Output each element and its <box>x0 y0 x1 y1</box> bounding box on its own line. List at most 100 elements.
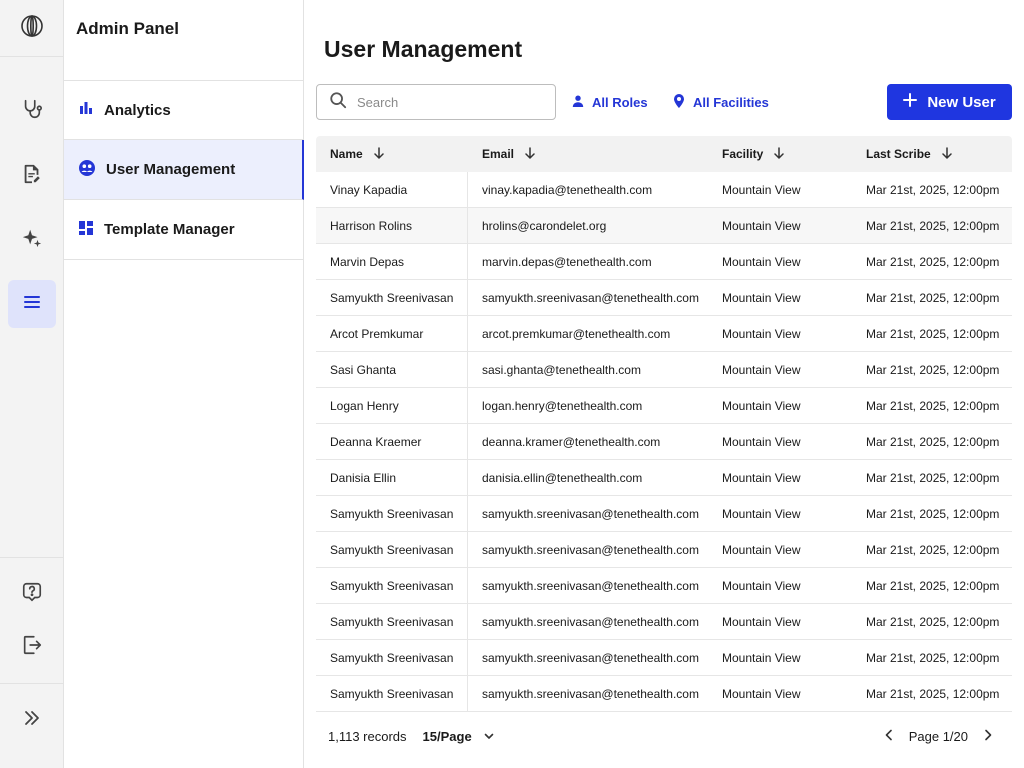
sort-arrow-icon <box>373 146 385 162</box>
table-body: Vinay Kapadia vinay.kapadia@tenethealth.c… <box>316 171 1012 712</box>
cell-last-scribe: Mar 21st, 2025, 12:00pm <box>866 650 1000 665</box>
page-size-select[interactable]: 15/Page <box>423 729 494 744</box>
cell-email: sasi.ghanta@tenethealth.com <box>482 362 641 377</box>
cell-name: Deanna Kraemer <box>316 423 468 460</box>
cell-email: arcot.premkumar@tenethealth.com <box>482 326 671 341</box>
table-row[interactable]: Samyukth Sreenivasan samyukth.sreenivasan… <box>316 567 1012 604</box>
search-icon <box>329 91 347 114</box>
column-header-name[interactable]: Name <box>316 136 468 172</box>
table-row[interactable]: Logan Henry logan.henry@tenethealth.com Mo… <box>316 387 1012 424</box>
cell-name: Samyukth Sreenivasan <box>316 639 468 676</box>
cell-facility: Mountain View <box>722 506 801 521</box>
rail-divider <box>0 683 63 684</box>
cell-email: samyukth.sreenivasan@tenethealth.com <box>482 578 699 593</box>
sort-arrow-icon <box>773 146 785 162</box>
column-label: Last Scribe <box>866 147 931 161</box>
table-row[interactable]: Samyukth Sreenivasan samyukth.sreenivasan… <box>316 495 1012 532</box>
next-page-button[interactable] <box>982 726 994 746</box>
cell-facility: Mountain View <box>722 542 801 557</box>
sidebar-title: Admin Panel <box>76 19 179 38</box>
chevron-right-icon <box>984 729 992 744</box>
cell-facility: Mountain View <box>722 398 801 413</box>
new-user-button[interactable]: New User <box>887 84 1012 120</box>
table-row[interactable]: Harrison Rolins hrolins@carondelet.org Mou… <box>316 207 1012 244</box>
table-row[interactable]: Vinay Kapadia vinay.kapadia@tenethealth.c… <box>316 171 1012 208</box>
cell-name: Marvin Depas <box>316 243 468 280</box>
column-label: Facility <box>722 147 764 161</box>
admin-sidebar: Admin Panel Analytics User Management Te… <box>64 0 304 768</box>
facilities-filter-label: All Facilities <box>693 94 769 110</box>
cell-name: Samyukth Sreenivasan <box>316 675 468 712</box>
table-row[interactable]: Marvin Depas marvin.depas@tenethealth.com… <box>316 243 1012 280</box>
sidebar-item-label: User Management <box>106 161 236 178</box>
sidebar-item-label: Analytics <box>104 101 171 119</box>
users-table: Name Email Facility Last Scribe Vinay Ka… <box>316 136 1012 712</box>
cell-email: samyukth.sreenivasan@tenethealth.com <box>482 506 699 521</box>
cell-last-scribe: Mar 21st, 2025, 12:00pm <box>866 362 1000 377</box>
cell-last-scribe: Mar 21st, 2025, 12:00pm <box>866 182 1000 197</box>
cell-facility: Mountain View <box>722 650 801 665</box>
user-circle-icon <box>78 159 96 181</box>
roles-filter[interactable]: All Roles <box>572 92 648 112</box>
table-row[interactable]: Samyukth Sreenivasan samyukth.sreenivasan… <box>316 531 1012 568</box>
sparkle-icon <box>21 227 43 254</box>
menu-icon <box>22 292 42 317</box>
logo[interactable] <box>0 0 63 57</box>
rail-admin-button[interactable] <box>8 280 56 328</box>
cell-email: marvin.depas@tenethealth.com <box>482 254 652 269</box>
cell-last-scribe: Mar 21st, 2025, 12:00pm <box>866 686 1000 701</box>
cell-email: samyukth.sreenivasan@tenethealth.com <box>482 686 699 701</box>
page-indicator: Page 1/20 <box>908 728 968 744</box>
rail-divider <box>0 557 63 558</box>
cell-last-scribe: Mar 21st, 2025, 12:00pm <box>866 578 1000 593</box>
table-row[interactable]: Arcot Premkumar arcot.premkumar@tenetheal… <box>316 315 1012 352</box>
sidebar-item-user-management[interactable]: User Management <box>64 140 304 200</box>
cell-facility: Mountain View <box>722 290 801 305</box>
cell-name: Danisia Ellin <box>316 459 468 496</box>
search-input[interactable] <box>357 94 537 110</box>
cell-last-scribe: Mar 21st, 2025, 12:00pm <box>866 470 1000 485</box>
sidebar-item-analytics[interactable]: Analytics <box>64 80 303 140</box>
page-size-value: 15/Page <box>422 728 472 744</box>
rail-ai-button[interactable] <box>8 216 56 264</box>
plus-icon <box>903 93 918 111</box>
prev-page-button[interactable] <box>883 726 895 746</box>
new-user-label: New User <box>927 93 996 111</box>
table-row[interactable]: Samyukth Sreenivasan samyukth.sreenivasan… <box>316 639 1012 676</box>
cell-facility: Mountain View <box>722 686 801 701</box>
cell-facility: Mountain View <box>722 326 801 341</box>
expand-icon <box>22 708 42 733</box>
rail-notes-button[interactable] <box>8 152 56 200</box>
cell-email: samyukth.sreenivasan@tenethealth.com <box>482 290 699 305</box>
column-header-facility[interactable]: Facility <box>708 136 852 172</box>
sidebar-item-template-manager[interactable]: Template Manager <box>64 200 303 260</box>
table-row[interactable]: Samyukth Sreenivasan samyukth.sreenivasan… <box>316 603 1012 640</box>
record-count: 1,113 records <box>328 728 407 744</box>
column-header-last-scribe[interactable]: Last Scribe <box>852 136 1012 172</box>
location-pin-icon <box>673 93 685 111</box>
table-row[interactable]: Samyukth Sreenivasan samyukth.sreenivasan… <box>316 279 1012 316</box>
table-row[interactable]: Samyukth Sreenivasan samyukth.sreenivasan… <box>316 675 1012 712</box>
icon-rail <box>0 0 64 768</box>
cell-name: Samyukth Sreenivasan <box>316 531 468 568</box>
bar-chart-icon <box>78 100 94 120</box>
cell-name: Logan Henry <box>316 387 468 424</box>
cell-name: Samyukth Sreenivasan <box>316 603 468 640</box>
cell-last-scribe: Mar 21st, 2025, 12:00pm <box>866 254 1000 269</box>
cell-email: samyukth.sreenivasan@tenethealth.com <box>482 614 699 629</box>
rail-help-button[interactable] <box>8 570 56 618</box>
cell-last-scribe: Mar 21st, 2025, 12:00pm <box>866 326 1000 341</box>
table-row[interactable]: Danisia Ellin danisia.ellin@tenethealth.c… <box>316 459 1012 496</box>
column-header-email[interactable]: Email <box>468 136 708 172</box>
rail-stethoscope-button[interactable] <box>8 87 56 135</box>
logo-icon <box>20 14 44 43</box>
cell-email: vinay.kapadia@tenethealth.com <box>482 182 653 197</box>
table-header: Name Email Facility Last Scribe <box>316 136 1012 172</box>
rail-logout-button[interactable] <box>8 623 56 671</box>
table-row[interactable]: Deanna Kraemer deanna.kramer@tenethealth.… <box>316 423 1012 460</box>
table-row[interactable]: Sasi Ghanta sasi.ghanta@tenethealth.com Mo… <box>316 351 1012 388</box>
rail-expand-button[interactable] <box>8 696 56 744</box>
search-box[interactable] <box>316 84 556 120</box>
cell-facility: Mountain View <box>722 470 801 485</box>
facilities-filter[interactable]: All Facilities <box>673 92 769 112</box>
